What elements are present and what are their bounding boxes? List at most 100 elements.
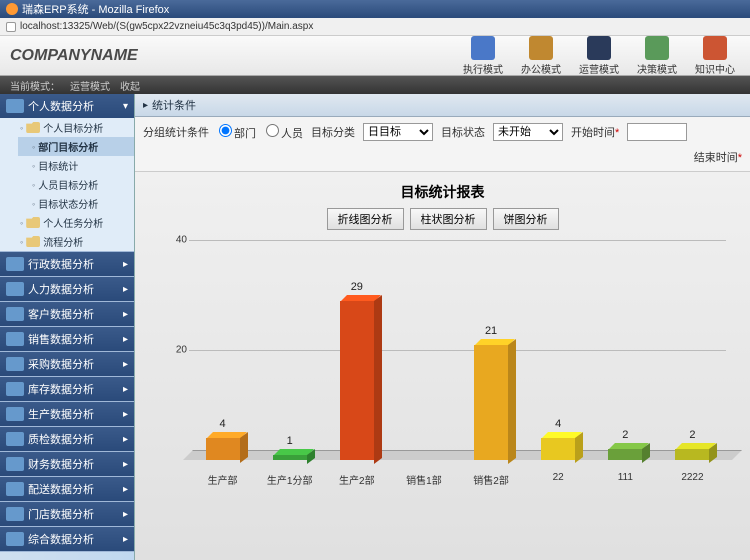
status-select[interactable]: 未开始 xyxy=(493,123,563,141)
x-tick-label: 生产2部 xyxy=(323,460,390,500)
topnav-icon xyxy=(703,36,727,60)
bar-value-label: 21 xyxy=(485,325,497,337)
topnav-item[interactable]: 知识中心 xyxy=(690,36,740,76)
sidebar-item[interactable]: 行政数据分析▸ xyxy=(0,252,134,276)
module-icon xyxy=(6,257,24,271)
company-logo: COMPANYNAME xyxy=(10,47,138,65)
sidebar-item[interactable]: 门店数据分析 ▸ xyxy=(0,502,134,526)
mode-value: 运营模式 xyxy=(70,78,110,93)
bar-value-label: 29 xyxy=(351,281,363,293)
tree-root[interactable]: 个人目标分析 xyxy=(18,118,134,137)
sidebar-item[interactable]: 人力数据分析▸ xyxy=(0,277,134,301)
bar: 4 xyxy=(189,438,256,460)
topnav-label: 办公模式 xyxy=(521,61,561,76)
y-tick: 40 xyxy=(176,235,187,246)
chevron-right-icon: ▸ xyxy=(123,509,128,520)
sidebar-item[interactable]: 生产数据分析▸ xyxy=(0,402,134,426)
browser-urlbar[interactable]: localhost:13325/Web/(S(gw5cpx22vzneiu45c… xyxy=(0,18,750,36)
topnav-icon xyxy=(587,36,611,60)
sidebar-item[interactable]: 销售数据分析▸ xyxy=(0,327,134,351)
topnav-item[interactable]: 执行模式 xyxy=(458,36,508,76)
bar: 2 xyxy=(659,449,726,460)
sidebar-item[interactable]: 质检数据分析▸ xyxy=(0,427,134,451)
x-tick-label: 生产1分部 xyxy=(256,460,323,500)
tree-item[interactable]: 人员目标分析 xyxy=(18,175,134,194)
module-icon xyxy=(6,407,24,421)
bar-chart: 2040 4 1 29 21 4 xyxy=(189,240,726,500)
radio-dept[interactable]: 部门 xyxy=(217,124,256,141)
topnav-icon xyxy=(529,36,553,60)
bar: 21 xyxy=(458,345,525,461)
app-header: COMPANYNAME 执行模式办公模式运营模式决策模式 知识中心 xyxy=(0,36,750,76)
filter-bar: 分组统计条件 部门 人员 目标分类 日目标 目标状态 未开始 开始时间* 结束时… xyxy=(135,117,750,172)
firefox-icon xyxy=(6,3,18,15)
topnav-item[interactable]: 办公模式 xyxy=(516,36,566,76)
folder-icon xyxy=(26,236,40,247)
module-icon xyxy=(6,332,24,346)
page-icon xyxy=(6,22,16,32)
topnav-item[interactable]: 运营模式 xyxy=(574,36,624,76)
end-time-label: 结束时间* xyxy=(694,149,742,165)
chevron-right-icon: ▸ xyxy=(123,484,128,495)
chevron-right-icon: ▸ xyxy=(123,334,128,345)
collapse-action[interactable]: 收起 xyxy=(120,78,140,93)
chart-area: 目标统计报表 折线图分析柱状图分析饼图分析 2040 4 1 29 21 xyxy=(135,172,750,560)
x-tick-label: 111 xyxy=(592,460,659,500)
tree-item[interactable]: 个人任务分析 xyxy=(18,213,134,232)
mode-label: 当前模式： xyxy=(10,78,60,93)
chevron-down-icon: ▾ xyxy=(123,101,128,112)
bar: 2 xyxy=(592,449,659,460)
sidebar-item-label: 库存数据分析 xyxy=(28,381,94,397)
module-icon xyxy=(6,282,24,296)
sidebar-item-label: 生产数据分析 xyxy=(28,406,94,422)
x-tick-label: 销售1部 xyxy=(390,460,457,500)
x-tick-label: 生产部 xyxy=(189,460,256,500)
sidebar-item-label: 采购数据分析 xyxy=(28,356,94,372)
panel-header[interactable]: 统计条件 xyxy=(135,94,750,117)
tree-item[interactable]: 目标统计 xyxy=(18,156,134,175)
sidebar-item-label: 门店数据分析 xyxy=(28,506,94,522)
topnav-label: 知识中心 xyxy=(695,61,735,76)
module-icon xyxy=(6,99,24,113)
tree-item[interactable]: 流程分析 xyxy=(18,232,134,251)
class-select[interactable]: 日目标 xyxy=(363,123,433,141)
panel-title: 统计条件 xyxy=(152,97,196,113)
chevron-right-icon: ▸ xyxy=(123,459,128,470)
chevron-right-icon: ▸ xyxy=(123,259,128,270)
sidebar-tree: 个人目标分析 部门目标分析目标统计人员目标分析目标状态分析 个人任务分析流程分析 xyxy=(0,118,134,251)
chevron-right-icon: ▸ xyxy=(123,534,128,545)
chart-type-tabs: 折线图分析柱状图分析饼图分析 xyxy=(149,208,736,230)
module-icon xyxy=(6,457,24,471)
sidebar-item-personal-data[interactable]: 个人数据分析 ▾ xyxy=(0,94,134,118)
sidebar-item[interactable]: 配送数据分析▸ xyxy=(0,477,134,501)
x-tick-label: 22 xyxy=(525,460,592,500)
topnav-label: 决策模式 xyxy=(637,61,677,76)
chevron-right-icon: ▸ xyxy=(123,384,128,395)
chevron-right-icon: ▸ xyxy=(123,284,128,295)
sidebar-item-label: 个人数据分析 xyxy=(28,98,94,114)
top-nav: 执行模式办公模式运营模式决策模式 知识中心 xyxy=(458,36,740,76)
bar: 4 xyxy=(525,438,592,460)
topnav-icon xyxy=(471,36,495,60)
chart-tab[interactable]: 饼图分析 xyxy=(493,208,559,230)
bar: 29 xyxy=(323,301,390,461)
sidebar-item[interactable]: 财务数据分析▸ xyxy=(0,452,134,476)
sidebar-item[interactable]: 客户数据分析▸ xyxy=(0,302,134,326)
sidebar-item[interactable]: 采购数据分析▸ xyxy=(0,352,134,376)
sidebar-item[interactable]: 综合数据分析▸ xyxy=(0,527,134,551)
module-icon xyxy=(6,307,24,321)
tree-item[interactable]: 目标状态分析 xyxy=(18,194,134,213)
radio-person[interactable]: 人员 xyxy=(264,124,303,141)
start-time-input[interactable] xyxy=(627,123,687,141)
module-icon xyxy=(6,382,24,396)
topnav-item[interactable]: 决策模式 xyxy=(632,36,682,76)
chart-tab[interactable]: 柱状图分析 xyxy=(410,208,487,230)
y-tick: 20 xyxy=(176,345,187,356)
y-axis: 2040 xyxy=(159,240,187,460)
bar-value-label: 2 xyxy=(622,429,628,441)
folder-icon xyxy=(26,217,40,228)
chart-tab[interactable]: 折线图分析 xyxy=(327,208,404,230)
sidebar-item[interactable]: 库存数据分析 ▸ xyxy=(0,377,134,401)
bar-value-label: 4 xyxy=(555,418,561,430)
tree-item[interactable]: 部门目标分析 xyxy=(18,137,134,156)
